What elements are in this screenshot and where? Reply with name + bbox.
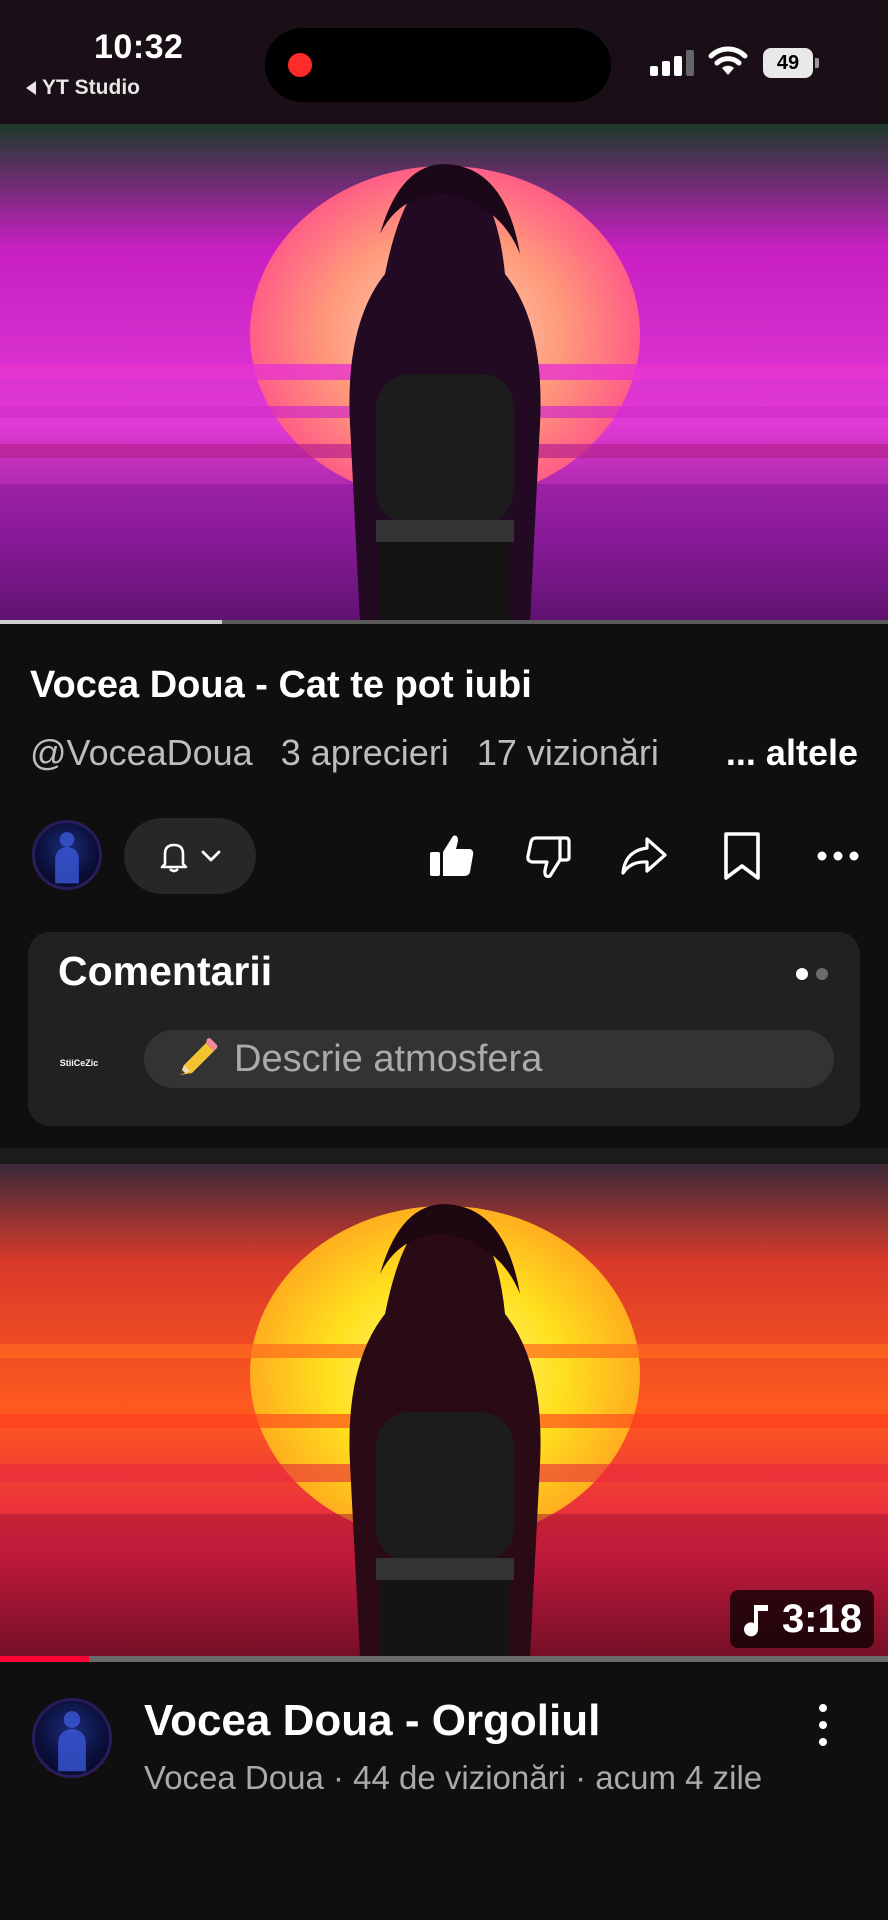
more-icon: [819, 1704, 827, 1712]
like-button[interactable]: [422, 826, 482, 886]
status-bar: 10:32 YT Studio 49: [0, 0, 888, 124]
next-video-title[interactable]: Vocea Doua - Orgoliul: [144, 1696, 600, 1746]
views-count: 17 vizionări: [476, 732, 659, 773]
like-icon: [430, 835, 474, 876]
comment-input-placeholder: Descrie atmosfera: [234, 1037, 543, 1080]
pencil-icon: [180, 1038, 218, 1075]
recording-indicator-icon: [288, 53, 312, 77]
more-options-button[interactable]: [808, 826, 868, 886]
status-time: 10:32: [94, 28, 184, 66]
comments-panel[interactable]: Comentarii StiiCeZic Descrie atmosfera: [28, 932, 860, 1126]
pager-dot: [816, 968, 828, 980]
back-app-label: YT Studio: [42, 76, 140, 99]
description-more-link[interactable]: ... altele: [675, 732, 858, 774]
next-video-channel-avatar[interactable]: [32, 1698, 112, 1778]
back-to-app-link[interactable]: YT Studio: [26, 76, 140, 100]
dynamic-island: [265, 28, 611, 102]
dislike-icon: [526, 836, 571, 878]
next-video-thumbnail-image: [0, 1164, 888, 1656]
section-divider: [0, 1148, 888, 1164]
video-progress-bar[interactable]: [0, 620, 888, 624]
channel-avatar[interactable]: [32, 820, 102, 890]
music-note-icon: [743, 1605, 768, 1637]
duration-text: 3:18: [781, 1596, 862, 1641]
channel-handle[interactable]: @VoceaDoua: [30, 732, 253, 773]
next-video-progress-bar: [0, 1656, 888, 1662]
comments-title: Comentarii: [58, 948, 273, 994]
pager-dot-active: [796, 968, 808, 980]
bell-icon: [160, 843, 188, 873]
video-title[interactable]: Vocea Doua - Cat te pot iubi: [30, 664, 532, 707]
back-arrow-icon: [26, 81, 36, 95]
battery-level: 49: [763, 48, 813, 78]
next-video-thumbnail[interactable]: [0, 1164, 888, 1656]
next-video-more-button[interactable]: [808, 1700, 838, 1750]
likes-count: 3 aprecieri: [280, 732, 449, 773]
video-thumbnail-image: [0, 124, 888, 622]
share-icon: [621, 837, 667, 875]
avatar-figure-icon: [55, 832, 79, 884]
duration-badge: 3:18: [729, 1590, 874, 1648]
save-button[interactable]: [712, 826, 772, 886]
user-avatar: StiiCeZic: [59, 1058, 99, 1068]
chevron-down-icon: [201, 850, 221, 862]
avatar-figure-icon: [58, 1711, 86, 1772]
save-icon: [724, 832, 760, 880]
next-video-meta: Vocea Doua · 44 de vizionări · acum 4 zi…: [144, 1759, 763, 1796]
comment-input[interactable]: Descrie atmosfera: [144, 1030, 834, 1088]
battery-icon: 49: [763, 48, 819, 78]
subscription-bell-button[interactable]: [124, 818, 256, 894]
wifi-icon: [708, 46, 748, 75]
more-icon: [817, 851, 859, 861]
video-player[interactable]: [0, 124, 888, 622]
share-button[interactable]: [614, 826, 674, 886]
dislike-button[interactable]: [518, 826, 578, 886]
comments-pager: [796, 968, 828, 980]
signal-icon: [650, 50, 694, 76]
